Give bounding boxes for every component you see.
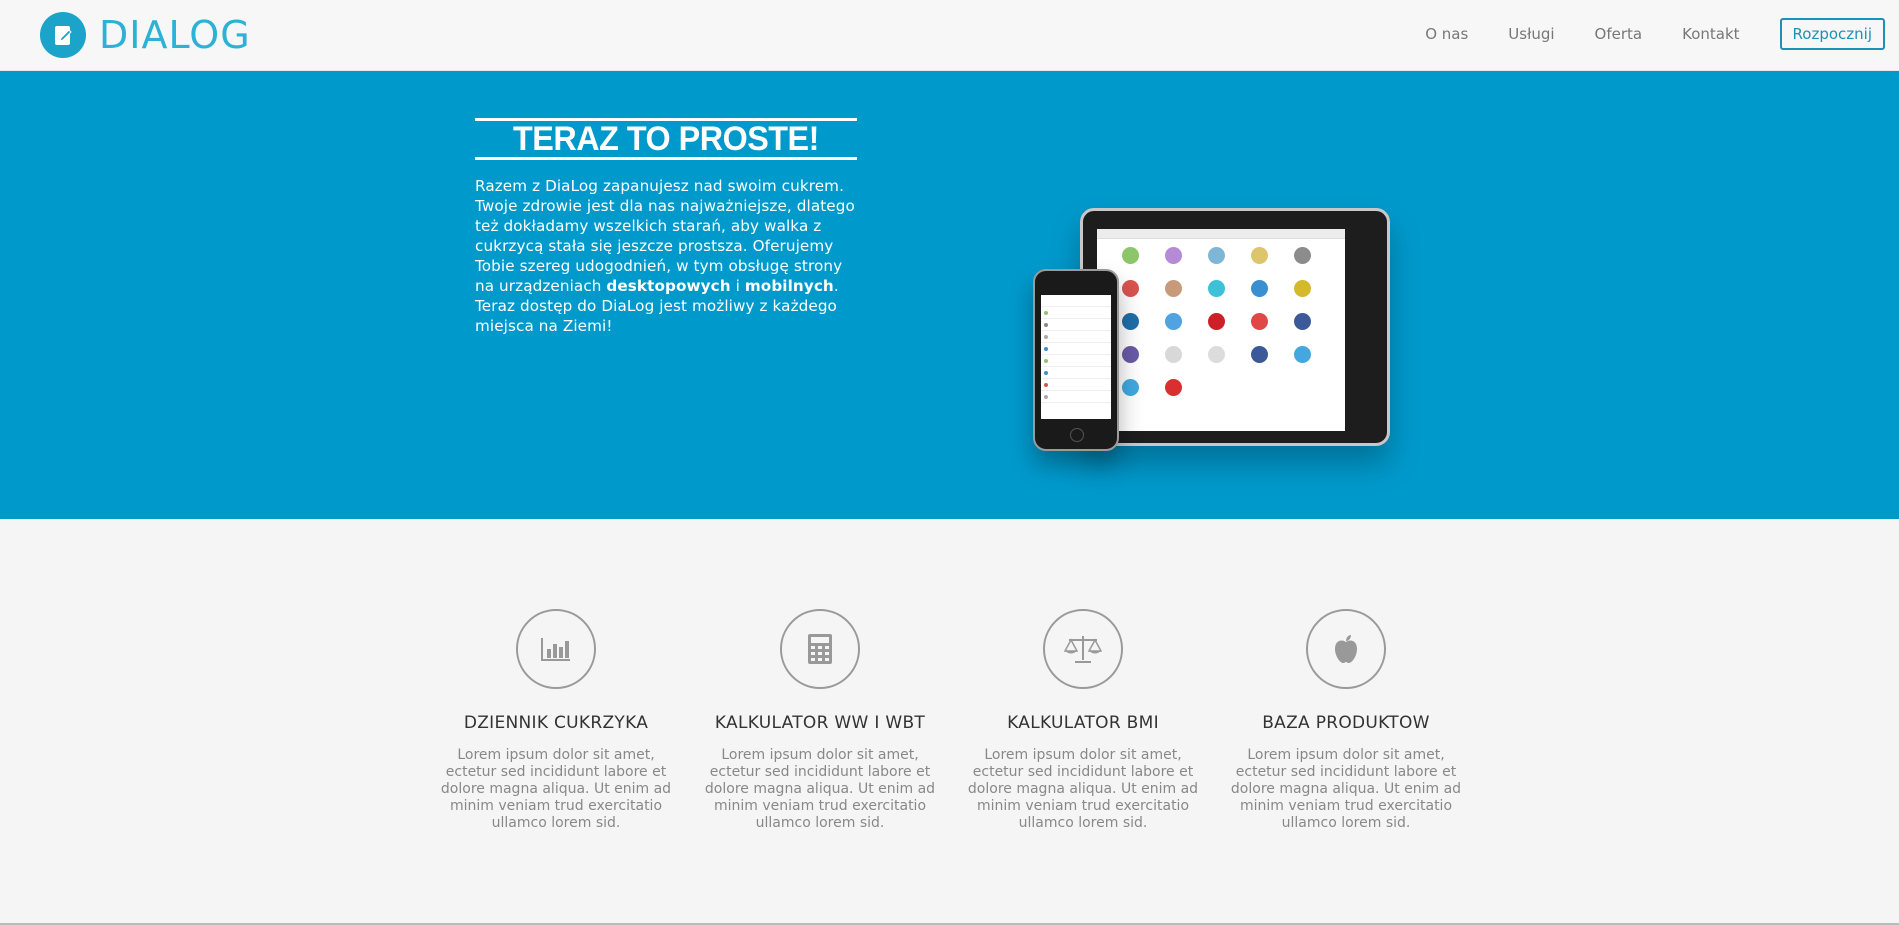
app-icon: [1208, 280, 1225, 297]
phone-device: [1033, 269, 1119, 451]
phone-screen: [1041, 295, 1111, 419]
hero-title: TERAZ TO PROSTE!: [513, 120, 819, 158]
phone-list-row: [1041, 307, 1111, 319]
top-navbar: DIALOG O nas Usługi Oferta Kontakt Rozpo…: [0, 0, 1899, 71]
app-icon: [1294, 247, 1311, 264]
phone-list-row: [1041, 355, 1111, 367]
hero-title-frame: TERAZ TO PROSTE!: [475, 118, 857, 160]
nav-item-o-nas[interactable]: O nas: [1425, 19, 1468, 49]
app-icon: [1165, 379, 1182, 396]
phone-list-row: [1041, 295, 1111, 307]
app-icon: [1294, 313, 1311, 330]
feature-text: Lorem ipsum dolor sit amet, ectetur sed …: [704, 747, 936, 831]
features-section: DZIENNIK CUKRZYKA Lorem ipsum dolor sit …: [0, 519, 1899, 925]
feature-card: BAZA PRODUKTOW Lorem ipsum dolor sit ame…: [1226, 609, 1466, 832]
main-nav: O nas Usługi Oferta Kontakt Rozpocznij: [1425, 18, 1885, 50]
start-button[interactable]: Rozpocznij: [1779, 18, 1885, 50]
nav-item-uslugi[interactable]: Usługi: [1508, 19, 1554, 49]
phone-list-row: [1041, 379, 1111, 391]
phone-list-row: [1041, 331, 1111, 343]
app-icon: [1294, 280, 1311, 297]
app-icon: [1251, 280, 1268, 297]
hero-text-connector: i: [730, 277, 745, 295]
phone-home-button: [1070, 428, 1084, 442]
tablet-screen: [1097, 229, 1345, 431]
app-icon: [1122, 247, 1139, 264]
feature-text: Lorem ipsum dolor sit amet, ectetur sed …: [967, 747, 1199, 831]
app-icon: [1165, 313, 1182, 330]
phone-list-row: [1041, 343, 1111, 355]
devices-image: [980, 126, 1450, 456]
tablet-device: [1080, 208, 1390, 446]
app-icon: [1122, 346, 1139, 363]
app-icon: [1251, 346, 1268, 363]
hero-section: TERAZ TO PROSTE! Razem z DiaLog zapanuje…: [0, 71, 1899, 519]
app-icon: [1122, 280, 1139, 297]
feature-card: DZIENNIK CUKRZYKA Lorem ipsum dolor sit …: [436, 609, 676, 832]
phone-list-row: [1041, 367, 1111, 379]
feature-card: KALKULATOR BMI Lorem ipsum dolor sit ame…: [963, 609, 1203, 832]
app-icon: [1122, 379, 1139, 396]
app-icon: [1122, 313, 1139, 330]
feature-text: Lorem ipsum dolor sit amet, ectetur sed …: [1230, 747, 1462, 831]
feature-title: KALKULATOR WW I WBT: [714, 713, 926, 733]
bar-chart-icon: [516, 609, 596, 689]
hero-description: Razem z DiaLog zapanujesz nad swoim cukr…: [475, 176, 865, 336]
app-icon: [1165, 280, 1182, 297]
scale-icon: [1043, 609, 1123, 689]
notepad-pencil-icon: [40, 12, 86, 58]
feature-title: BAZA PRODUKTOW: [1262, 713, 1430, 733]
hero-bold-desktop: desktopowych: [606, 277, 731, 295]
apple-icon: [1306, 609, 1386, 689]
brand-name: DIALOG: [99, 13, 251, 57]
feature-title: DZIENNIK CUKRZYKA: [463, 713, 649, 733]
hero-bold-mobile: mobilnych: [744, 277, 834, 295]
app-icon: [1208, 247, 1225, 264]
feature-title: KALKULATOR BMI: [1007, 713, 1159, 733]
tablet-app-grid: [1097, 239, 1345, 412]
app-icon: [1251, 313, 1268, 330]
phone-list-row: [1041, 319, 1111, 331]
nav-item-kontakt[interactable]: Kontakt: [1682, 19, 1739, 49]
app-icon: [1251, 247, 1268, 264]
app-icon: [1208, 346, 1225, 363]
nav-item-oferta[interactable]: Oferta: [1595, 19, 1643, 49]
phone-list-row: [1041, 391, 1111, 403]
brand-logo[interactable]: DIALOG: [40, 12, 251, 58]
calculator-icon: [780, 609, 860, 689]
feature-text: Lorem ipsum dolor sit amet, ectetur sed …: [440, 747, 672, 831]
tablet-status-bar: [1097, 229, 1345, 239]
app-icon: [1208, 313, 1225, 330]
app-icon: [1165, 346, 1182, 363]
feature-card: KALKULATOR WW I WBT Lorem ipsum dolor si…: [700, 609, 940, 832]
app-icon: [1165, 247, 1182, 264]
app-icon: [1294, 346, 1311, 363]
